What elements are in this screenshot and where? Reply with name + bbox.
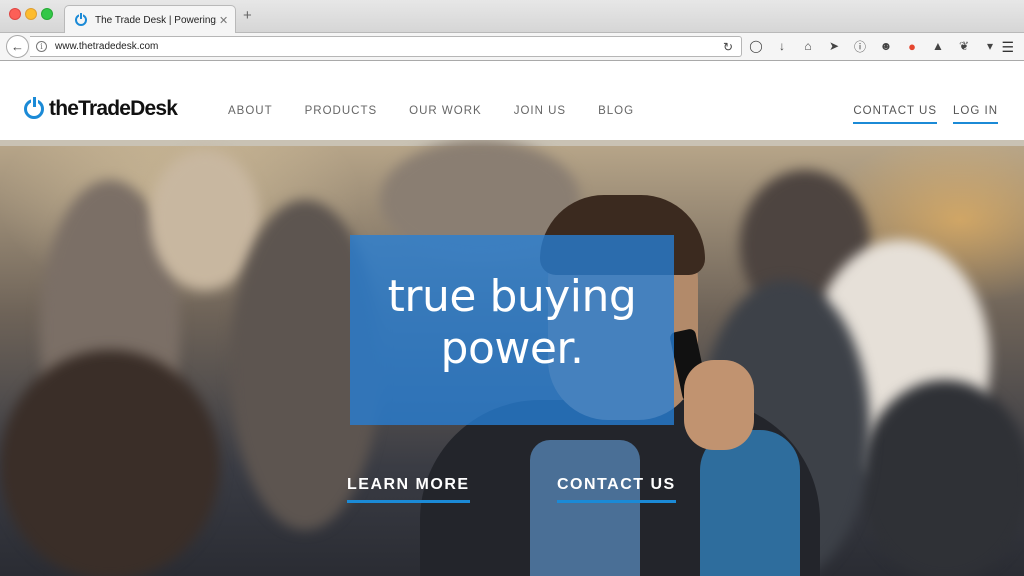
maximize-window-button[interactable] [41, 8, 53, 20]
site-header: theTradeDesk ABOUT PRODUCTS OUR WORK JOI… [0, 62, 1024, 140]
address-bar[interactable]: i www.thetradedesk.com ↻ [30, 36, 742, 57]
browser-tab-bar: The Trade Desk | Powering... ✕ + [0, 0, 1024, 34]
browser-tab[interactable]: The Trade Desk | Powering... ✕ [64, 5, 236, 34]
site-logo[interactable]: theTradeDesk [24, 95, 178, 121]
nav-contact-us[interactable]: CONTACT US [853, 105, 938, 124]
main-nav: ABOUT PRODUCTS OUR WORK JOIN US BLOG [228, 105, 666, 117]
password-manager-icon[interactable]: ⓘ [852, 38, 868, 54]
hero-headline-line2: power. [440, 323, 584, 374]
tradedesk-favicon-icon [75, 12, 87, 26]
info-icon[interactable]: i [36, 41, 47, 52]
hero-headline-box: true buying power. [350, 235, 674, 425]
url-text[interactable]: www.thetradedesk.com [55, 41, 158, 52]
contact-us-button[interactable]: CONTACT US [557, 476, 676, 503]
feather-icon[interactable]: ❦ [956, 38, 972, 54]
nav-log-in[interactable]: LOG IN [953, 105, 998, 124]
reload-icon[interactable]: ↻ [723, 40, 733, 54]
nav-our-work[interactable]: OUR WORK [409, 105, 482, 117]
nav-products[interactable]: PRODUCTS [305, 105, 378, 117]
hero-headline-line1: true buying [387, 271, 637, 322]
account-nav: CONTACT US LOG IN [837, 105, 998, 124]
nav-about[interactable]: ABOUT [228, 105, 273, 117]
download-icon[interactable]: ↓ [774, 38, 790, 54]
send-icon[interactable]: ➤ [826, 38, 842, 54]
new-tab-button[interactable]: + [243, 8, 252, 23]
minimize-window-button[interactable] [25, 8, 37, 20]
person-sleeve [700, 430, 800, 576]
person-hand [684, 360, 754, 450]
close-tab-icon[interactable]: ✕ [219, 14, 228, 27]
crowd-figure [0, 350, 220, 576]
toolbar-icons: ◯ ↓ ⌂ ➤ ⓘ ☻ ● ▲ ❦ ▾ [748, 38, 998, 54]
pocket-icon[interactable]: ◯ [748, 38, 764, 54]
logo-text: theTradeDesk [49, 97, 178, 120]
close-window-button[interactable] [9, 8, 21, 20]
arrow-left-icon: ← [11, 39, 24, 54]
power-logo-icon [24, 95, 44, 119]
crowd-figure [860, 380, 1024, 576]
hero-headline: true buying power. [350, 271, 674, 375]
browser-nav-bar: ← i www.thetradedesk.com ↻ ◯ ↓ ⌂ ➤ ⓘ ☻ ●… [0, 33, 1024, 61]
home-icon[interactable]: ⌂ [800, 38, 816, 54]
chevron-down-icon[interactable]: ▾ [982, 38, 998, 54]
back-button[interactable]: ← [6, 35, 29, 58]
person-shirt [530, 440, 640, 576]
extension-icon[interactable]: ▲ [930, 38, 946, 54]
learn-more-button[interactable]: LEARN MORE [347, 476, 470, 503]
hamburger-menu-icon[interactable]: ☰ [1001, 39, 1014, 56]
color-wheel-icon[interactable]: ● [904, 38, 920, 54]
tab-title: The Trade Desk | Powering... [95, 14, 217, 26]
nav-join-us[interactable]: JOIN US [514, 105, 566, 117]
emoji-icon[interactable]: ☻ [878, 38, 894, 54]
nav-blog[interactable]: BLOG [598, 105, 634, 117]
hero-banner: true buying power. LEARN MORE CONTACT US [0, 140, 1024, 576]
